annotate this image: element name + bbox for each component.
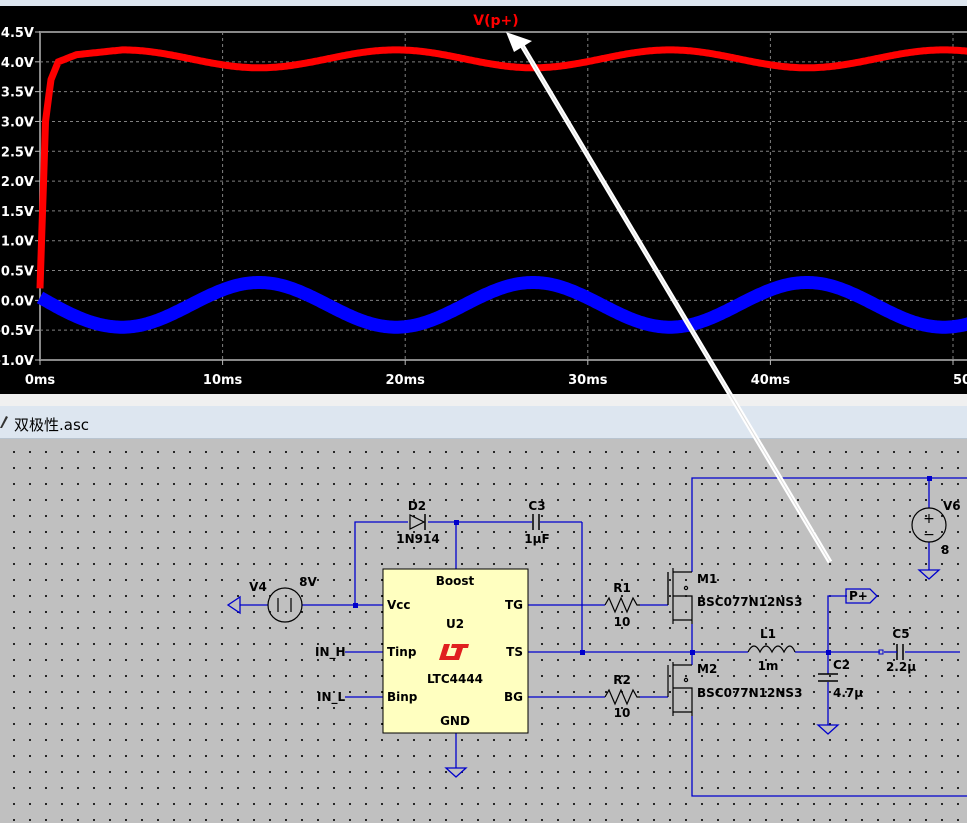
wires [240, 477, 967, 797]
y-tick-label: 0.5V [1, 265, 34, 280]
c5-capacitor[interactable]: C5 2.2µ [878, 627, 916, 674]
trace-label-vp[interactable]: V(p+) [473, 13, 518, 29]
pin-tg-label: TG [505, 598, 523, 612]
y-tick-label: 1.0V [1, 235, 34, 250]
pin-ts-label: TS [506, 645, 523, 659]
u2-name: U2 [446, 617, 464, 631]
v4-source[interactable]: V4 8V [249, 575, 318, 623]
l1-name: L1 [760, 627, 776, 641]
d2-value: 1N914 [396, 532, 439, 546]
schematic-title: 双极性.asc [14, 416, 90, 434]
plus-icon: + [923, 511, 935, 527]
y-tick-label: 2.5V [1, 145, 34, 160]
d2-name: D2 [408, 499, 426, 513]
y-tick-label: 4.0V [1, 56, 34, 71]
pin-vcc-label: Vcc [387, 598, 411, 612]
net-in-h[interactable]: IN_H [315, 645, 346, 660]
m2-part: BSC077N12NS3 [697, 686, 802, 700]
v4-value: 8V [299, 575, 317, 589]
v6-name: V6 [943, 499, 961, 513]
y-tick-label: 0.0V [1, 294, 34, 309]
m2-name: M2 [697, 662, 717, 676]
m1-part: BSC077N12NS3 [697, 595, 802, 609]
pin-tinp-label: Tinp [387, 645, 417, 659]
trace-blue [36, 276, 967, 334]
l1-value: 1m [758, 659, 779, 673]
y-axis-ticks: 4.5V 4.0V 3.5V 3.0V 2.5V 2.0V 1.5V 1.0V 0.5V 0.0V… [0, 26, 40, 369]
ground-triangle-icon [226, 595, 241, 615]
pin-gnd-label: GND [440, 714, 470, 728]
net-flag-p[interactable]: P+ [845, 588, 878, 604]
net-in-l[interactable]: IN_L [317, 690, 346, 705]
c2-value: 4.7µ [833, 686, 863, 700]
y-tick-label: 2.0V [1, 175, 34, 190]
x-axis-ticks: 0ms 10ms 20ms 30ms 40ms 50ms [25, 360, 967, 388]
m2-mosfet[interactable] [667, 662, 693, 716]
schematic-titlebar[interactable]: 双极性.asc [0, 406, 967, 439]
c3-name: C3 [528, 499, 545, 513]
c5-name: C5 [892, 627, 909, 641]
y-tick-label: 4.5V [1, 26, 34, 41]
r2-resistor[interactable]: R2 10 [604, 673, 640, 720]
r2-value: 10 [614, 706, 631, 720]
pin-binp-label: Binp [387, 690, 418, 704]
waveform-plot[interactable]: 4.5V 4.0V 3.5V 3.0V 2.5V 2.0V 1.5V 1.0V 0.5V 0.0V… [0, 0, 967, 394]
schematic-canvas[interactable]: Boost Vcc Tinp Binp GND TG TS BG U2 LTC4… [0, 439, 967, 823]
y-tick-label: 3.5V [1, 86, 34, 101]
l1-inductor[interactable]: L1 1m [747, 627, 796, 673]
u2-ltc4444[interactable]: Boost Vcc Tinp Binp GND TG TS BG U2 LTC4… [382, 568, 529, 734]
m1-mosfet[interactable] [667, 568, 693, 624]
v6-value: 8 [941, 543, 949, 557]
window-icon [0, 416, 8, 428]
y-tick-label: -1.0V [0, 354, 34, 369]
waveform-viewer[interactable]: 4.5V 4.0V 3.5V 3.0V 2.5V 2.0V 1.5V 1.0V 0.5V 0.0V… [0, 0, 967, 394]
minus-icon: − [923, 527, 935, 543]
x-tick-label: 40ms [751, 373, 791, 388]
x-tick-label: 0ms [25, 373, 56, 388]
r2-name: R2 [613, 673, 631, 687]
c2-capacitor[interactable]: C2 4.7µ [818, 658, 863, 700]
x-tick-label: 10ms [203, 373, 243, 388]
pin-boost-label: Boost [436, 574, 475, 588]
trace-red [36, 46, 967, 289]
v4-name: V4 [249, 580, 267, 594]
r1-resistor[interactable]: R1 10 [604, 581, 640, 629]
c3-value: 1µF [524, 532, 549, 546]
x-tick-label: 30ms [568, 373, 608, 388]
r1-name: R1 [613, 581, 631, 595]
y-tick-label: 3.0V [1, 115, 34, 130]
r1-value: 10 [614, 615, 631, 629]
u2-part: LTC4444 [427, 672, 483, 686]
m1-name: M1 [697, 572, 717, 586]
y-tick-label: 1.5V [1, 205, 34, 220]
x-tick-label: 50ms [953, 373, 967, 388]
x-tick-label: 20ms [386, 373, 426, 388]
net-p-label: P+ [849, 589, 868, 603]
v6-source[interactable]: + − V6 8 [911, 499, 961, 557]
y-tick-label: -0.5V [0, 324, 34, 339]
pin-bg-label: BG [504, 690, 523, 704]
c2-name: C2 [833, 658, 850, 672]
c5-value: 2.2µ [886, 660, 916, 674]
